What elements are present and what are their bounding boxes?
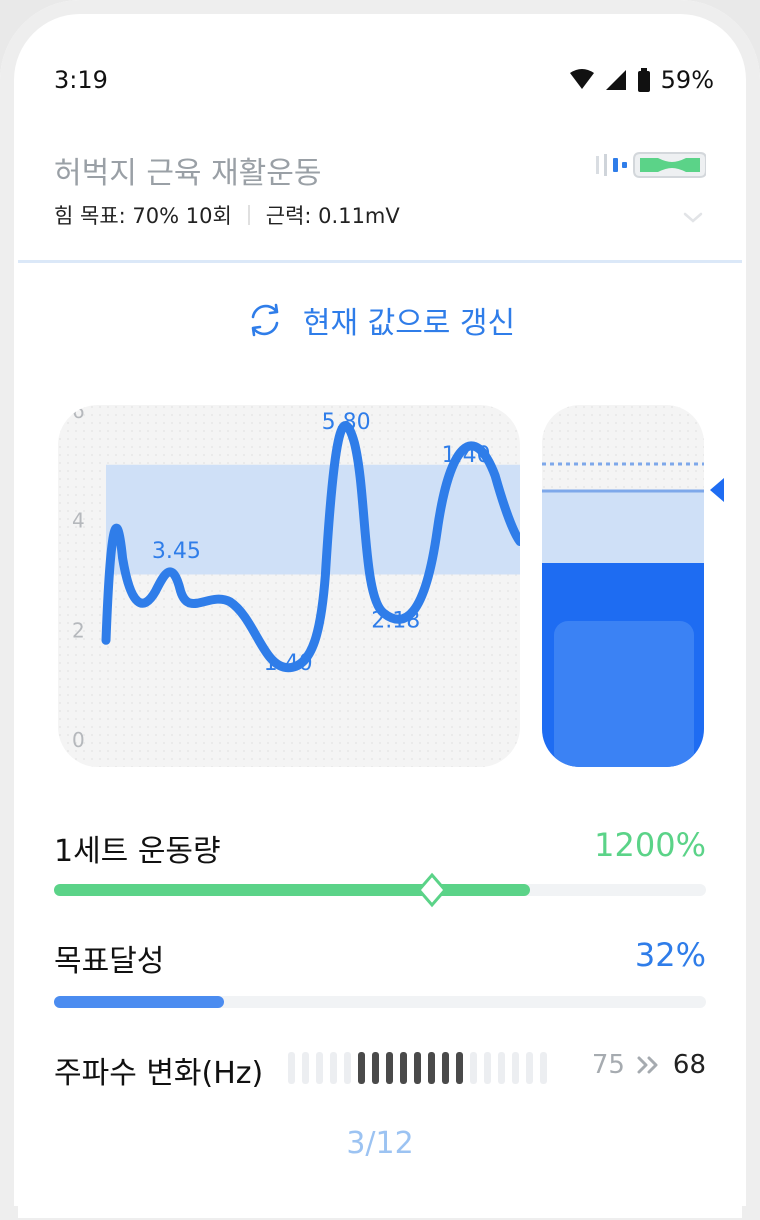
y-tick-label: 2 — [72, 618, 85, 642]
frequency-tick — [358, 1052, 365, 1084]
gauge-inner-panel — [554, 621, 694, 767]
goal-achieve-metric: 목표달성 32% — [54, 936, 706, 1026]
frequency-tick — [540, 1052, 547, 1084]
frequency-from: 75 — [591, 1050, 625, 1080]
cell-signal-icon — [605, 70, 626, 90]
set-volume-label: 1세트 운동량 — [54, 834, 221, 869]
goal-text: 힘 목표: 70% 10회 — [54, 204, 232, 228]
chevron-down-icon[interactable] — [682, 206, 704, 228]
frequency-tick — [386, 1052, 393, 1084]
frequency-tick — [344, 1052, 351, 1084]
double-chevron-right-icon — [637, 1056, 658, 1074]
emg-chart: 6 4 2 0 3.45 1.40 5.80 2.18 1.40 — [58, 405, 520, 767]
battery-icon — [637, 68, 650, 92]
emg-chart-svg: 6 4 2 0 3.45 1.40 5.80 2.18 1.40 — [58, 405, 520, 767]
data-label: 1.40 — [264, 651, 313, 676]
data-label: 2.18 — [371, 608, 420, 633]
frequency-tick — [470, 1052, 477, 1084]
goal-achieve-value: 32% — [634, 936, 706, 974]
frequency-ticks — [288, 1052, 547, 1084]
sensor-device-icon[interactable] — [596, 150, 706, 180]
frequency-tick — [400, 1052, 407, 1084]
strength-text: 근력: 0.11mV — [265, 204, 400, 228]
data-label: 5.80 — [322, 410, 371, 435]
frequency-tick — [428, 1052, 435, 1084]
frequency-change: 주파수 변화(Hz) 75 68 — [54, 1046, 706, 1091]
app-screen: 3:19 59% 허벅지 근육 재활운동 힘 목표: 70% 10회 근력: 0… — [18, 18, 742, 1218]
set-volume-progress-fill — [54, 884, 530, 896]
frequency-label: 주파수 변화(Hz) — [54, 1056, 264, 1091]
frequency-to: 68 — [672, 1050, 706, 1080]
exercise-header[interactable]: 허벅지 근육 재활운동 힘 목표: 70% 10회 근력: 0.11mV — [18, 138, 742, 263]
y-tick-label: 4 — [72, 509, 85, 533]
exercise-title: 허벅지 근육 재활운동 — [54, 156, 322, 191]
gauge-target-band — [542, 491, 704, 563]
progress-diamond-marker-icon[interactable] — [416, 872, 448, 908]
y-tick-label: 6 — [72, 405, 85, 423]
frequency-tick — [414, 1052, 421, 1084]
set-volume-value: 1200% — [594, 826, 706, 864]
data-label: 1.40 — [442, 443, 491, 468]
goal-achieve-label: 목표달성 — [54, 944, 165, 979]
frequency-tick — [498, 1052, 505, 1084]
frequency-tick — [330, 1052, 337, 1084]
frequency-tick — [302, 1052, 309, 1084]
refresh-icon — [251, 303, 279, 337]
y-tick-label: 0 — [72, 728, 85, 752]
frequency-tick — [442, 1052, 449, 1084]
refresh-button[interactable]: 현재 값으로 갱신 — [18, 298, 742, 342]
frequency-tick — [484, 1052, 491, 1084]
status-icons: 59% — [569, 66, 714, 94]
status-bar: 3:19 59% — [18, 66, 742, 106]
frequency-values: 75 68 — [592, 1050, 706, 1080]
battery-percent: 59% — [660, 66, 714, 94]
exercise-subtitle: 힘 목표: 70% 10회 근력: 0.11mV — [54, 200, 400, 230]
level-gauge — [542, 405, 704, 767]
frequency-tick — [316, 1052, 323, 1084]
frequency-tick — [512, 1052, 519, 1084]
set-volume-progress — [54, 872, 706, 908]
goal-achieve-progress-fill — [54, 996, 224, 1008]
set-volume-metric: 1세트 운동량 1200% — [54, 826, 706, 916]
gauge-pointer-icon — [710, 478, 724, 502]
data-label: 3.45 — [152, 539, 201, 564]
frequency-tick — [526, 1052, 533, 1084]
frequency-tick — [288, 1052, 295, 1084]
wifi-icon — [569, 69, 594, 89]
divider — [247, 205, 250, 225]
refresh-label: 현재 값으로 갱신 — [302, 306, 516, 341]
goal-achieve-progress — [54, 996, 706, 1008]
page-indicator: 3/12 — [346, 1126, 414, 1161]
status-time: 3:19 — [54, 66, 108, 94]
frequency-tick — [456, 1052, 463, 1084]
frequency-tick — [372, 1052, 379, 1084]
